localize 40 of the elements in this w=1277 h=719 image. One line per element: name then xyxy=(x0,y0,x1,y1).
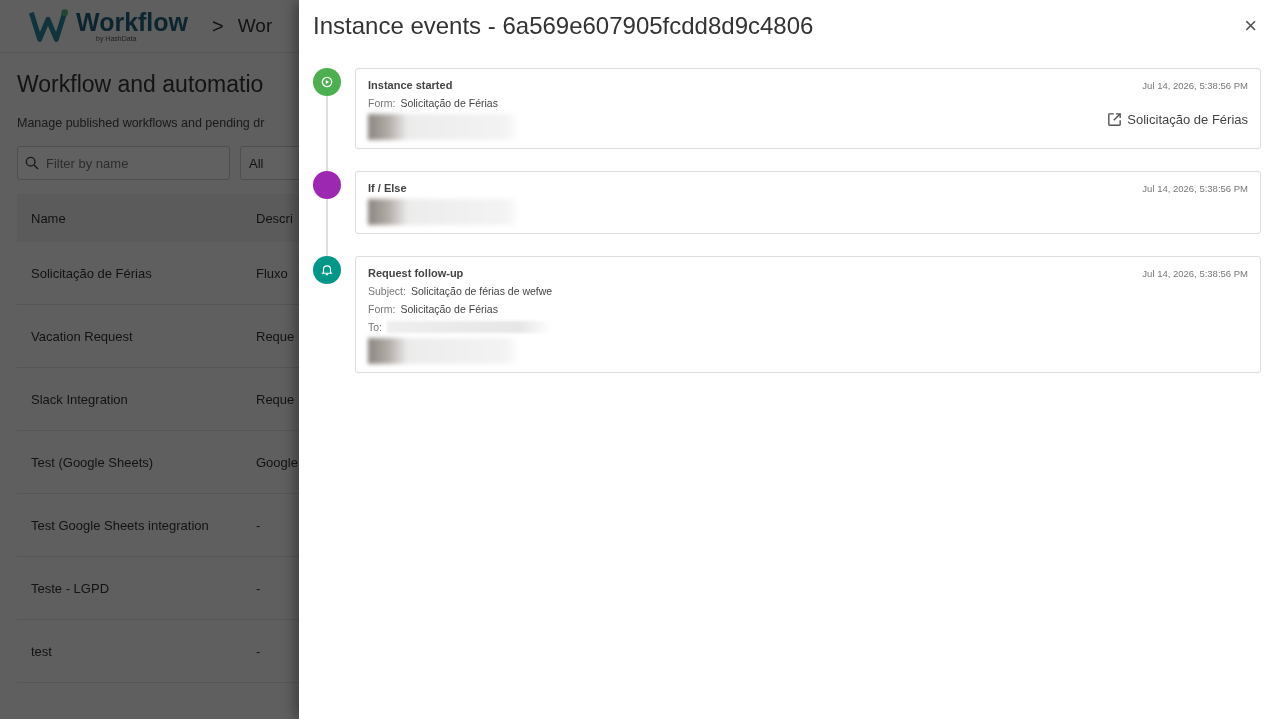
logo-text: Workflow xyxy=(76,10,189,35)
table-cell: - xyxy=(256,517,261,533)
table-cell: Reque xyxy=(256,328,295,344)
column-header: Name xyxy=(30,210,67,226)
table-cell-text: Test (Google Sheets) xyxy=(30,454,155,470)
event-time: Jul 14, 2026, 5:38:56 PM xyxy=(1142,182,1248,194)
field-value: Solicitação de Férias xyxy=(400,303,498,315)
event-time: Jul 14, 2026, 5:38:56 PM xyxy=(1142,79,1248,91)
event-title: Request follow-up xyxy=(368,267,464,279)
dialog-title: Instance events - 6a569e607905fcdd8d9c4806 xyxy=(313,12,814,40)
event-title: Instance started xyxy=(368,79,453,91)
table-cell-text: Test Google Sheets integration xyxy=(30,517,210,533)
field-label: To: xyxy=(368,321,382,333)
table-cell-text: Slack Integration xyxy=(30,391,129,407)
field-value: Solicitação de Férias xyxy=(400,97,498,109)
field-value: Solicitação de férias de wefwe xyxy=(410,285,553,297)
page-title: Workflow and automatio xyxy=(17,71,264,98)
search-icon xyxy=(24,155,40,171)
external-link-icon xyxy=(1106,111,1124,128)
event-title: If / Else xyxy=(368,182,407,194)
form-link[interactable]: Solicitação de Férias xyxy=(1106,111,1248,128)
table-cell-text: test xyxy=(30,643,53,659)
bell-icon xyxy=(320,263,334,277)
table-cell-text: Solicitação de Férias xyxy=(30,265,153,281)
table-cell: - xyxy=(256,580,261,596)
table-cell: Google xyxy=(256,454,298,470)
event-time: Jul 14, 2026, 5:38:56 PM xyxy=(1142,267,1248,279)
column-header: Descri xyxy=(256,210,293,226)
breadcrumb-separator: > xyxy=(212,14,224,38)
table-cell-text: Teste - LGPD xyxy=(30,580,111,596)
table-cell: Reque xyxy=(256,391,295,407)
table-cell: Fluxo xyxy=(256,265,288,281)
page-subtitle: Manage published workflows and pending dr xyxy=(17,116,265,130)
close-button[interactable]: × xyxy=(1240,15,1261,37)
field-label: Form: xyxy=(368,97,396,109)
play-icon xyxy=(320,75,334,89)
field-label: Form: xyxy=(368,303,396,315)
table-cell: - xyxy=(256,643,261,659)
table-cell-text: Vacation Request xyxy=(30,328,134,344)
field-label: Subject: xyxy=(368,285,406,297)
